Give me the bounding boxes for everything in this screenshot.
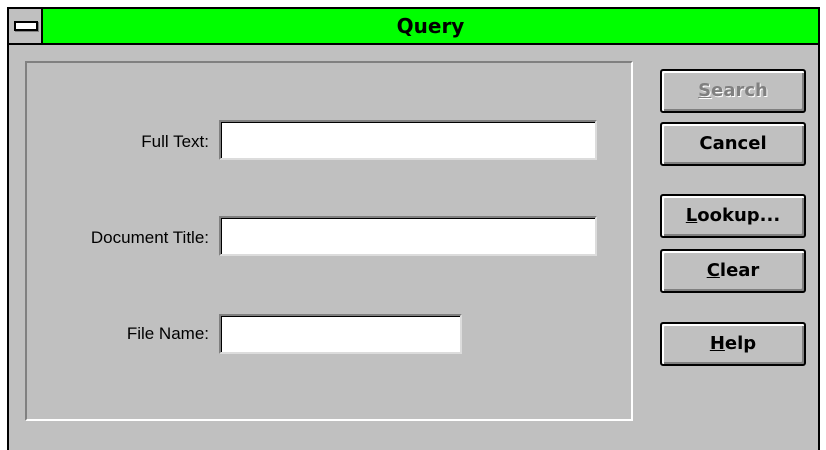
clear-label-rest: lear bbox=[719, 260, 760, 281]
system-menu-button[interactable] bbox=[9, 9, 43, 43]
document-title-label: Document Title: bbox=[90, 228, 209, 247]
lookup-button[interactable]: Lookup... bbox=[660, 194, 806, 238]
file-name-label: File Name: bbox=[126, 324, 209, 343]
window-title: Query bbox=[396, 14, 465, 38]
lookup-label-rest: ookup... bbox=[697, 205, 781, 226]
clear-mnemonic: C bbox=[706, 260, 720, 281]
clear-button[interactable]: Clear bbox=[660, 249, 806, 293]
document-title-input[interactable] bbox=[219, 216, 597, 256]
help-button[interactable]: Help bbox=[660, 322, 806, 366]
help-mnemonic: H bbox=[709, 333, 725, 354]
cancel-button[interactable]: Cancel bbox=[660, 122, 806, 166]
title-bar[interactable]: Query bbox=[9, 9, 818, 45]
query-dialog: Query Full Text: Document Title: File Na… bbox=[7, 7, 820, 450]
lookup-mnemonic: L bbox=[685, 205, 698, 226]
search-label-rest: earch bbox=[711, 80, 768, 101]
system-menu-icon bbox=[14, 21, 38, 31]
search-mnemonic: S bbox=[698, 80, 712, 101]
full-text-input[interactable] bbox=[219, 120, 597, 160]
file-name-input[interactable] bbox=[219, 314, 462, 354]
help-label-rest: elp bbox=[724, 333, 757, 354]
cancel-label: Cancel bbox=[699, 133, 767, 154]
search-button[interactable]: Search bbox=[660, 69, 806, 113]
full-text-label: Full Text: bbox=[141, 132, 209, 151]
